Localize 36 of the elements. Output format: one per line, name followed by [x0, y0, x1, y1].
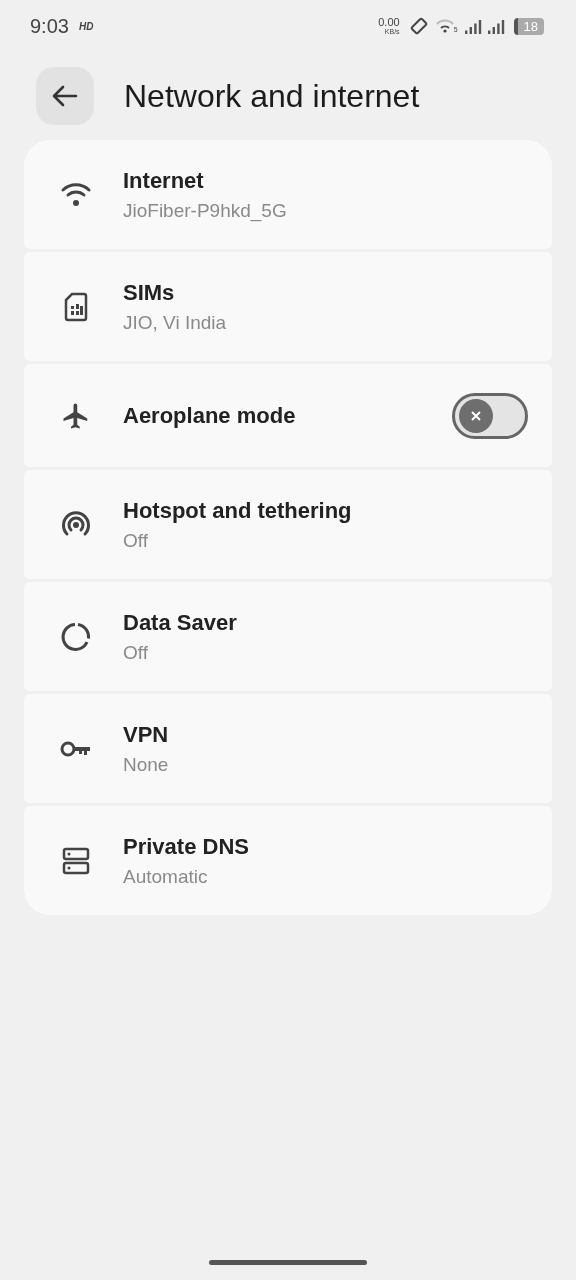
item-subtitle: Off — [123, 529, 149, 552]
item-title: SIMs — [123, 279, 176, 306]
hd-indicator: HD — [78, 20, 94, 32]
item-subtitle: JioFiber-P9hkd_5G — [123, 199, 288, 222]
battery-indicator: 18 — [513, 17, 544, 35]
signal-icon — [463, 18, 506, 34]
item-title: Internet — [123, 167, 205, 194]
back-arrow-icon — [52, 85, 78, 107]
item-title: Aeroplane mode — [123, 402, 297, 429]
item-title: VPN — [123, 721, 170, 748]
status-time: 9:03 — [30, 14, 69, 38]
auto-rotate-icon — [409, 17, 428, 35]
item-subtitle: Automatic — [123, 865, 209, 888]
item-title: Private DNS — [123, 833, 250, 860]
settings-item[interactable]: Internet JioFiber-P9hkd_5G — [24, 140, 552, 249]
item-title: Data Saver — [123, 609, 238, 636]
item-subtitle: None — [123, 753, 170, 776]
wifi-icon — [435, 19, 454, 33]
toggle-switch[interactable] — [452, 392, 528, 439]
network-speed: 0.00 — [378, 17, 400, 28]
settings-item[interactable]: Hotspot and tethering Off — [24, 470, 552, 579]
sim-card-icon — [64, 291, 88, 322]
item-subtitle: Off — [123, 641, 149, 664]
server-icon — [62, 846, 90, 875]
settings-item[interactable]: SIMs JIO, Vi India — [24, 252, 552, 361]
data-saver-icon — [60, 620, 92, 653]
wifi-icon — [60, 181, 92, 208]
settings-item[interactable]: Private DNS Automatic — [24, 806, 552, 915]
page-title: Network and internet — [124, 77, 420, 115]
item-subtitle: JIO, Vi India — [123, 311, 228, 334]
close-icon — [469, 408, 483, 423]
item-title: Hotspot and tethering — [123, 497, 353, 524]
settings-item[interactable]: Aeroplane mode — [24, 364, 552, 467]
settings-item[interactable]: VPN None — [24, 694, 552, 803]
settings-item[interactable]: Data Saver Off — [24, 582, 552, 691]
back-button[interactable] — [36, 67, 94, 125]
